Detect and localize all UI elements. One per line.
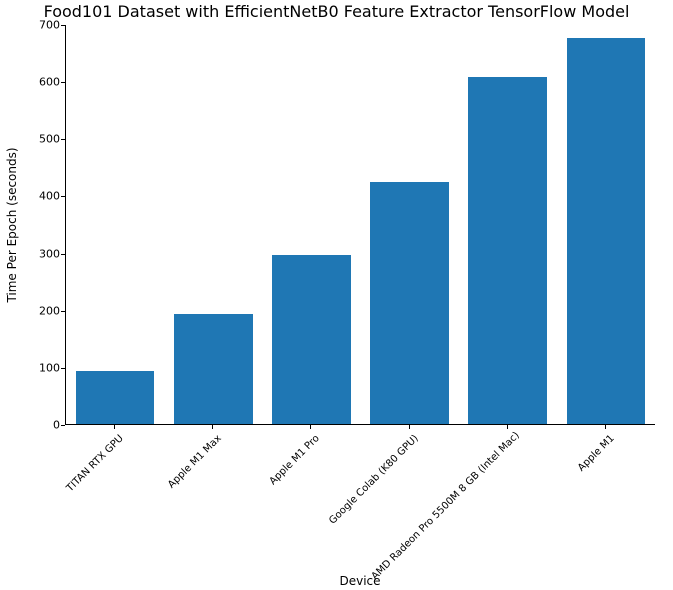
bar [370,182,449,424]
bar [468,77,547,424]
bar [567,38,646,424]
x-tick-mark [507,425,508,429]
y-tick-label: 600 [0,76,60,89]
chart-figure: Food101 Dataset with EfficientNetB0 Feat… [0,0,673,590]
bar [76,371,155,424]
y-tick-mark [61,425,65,426]
y-tick-label: 700 [0,19,60,32]
chart-title: Food101 Dataset with EfficientNetB0 Feat… [0,2,673,21]
y-tick-label: 0 [0,419,60,432]
plot-area [65,25,655,425]
x-tick-label: TITAN RTX GPU [0,433,126,582]
x-tick-mark [409,425,410,429]
y-tick-label: 300 [0,247,60,260]
y-tick-label: 100 [0,361,60,374]
y-axis-label: Time Per Epoch (seconds) [5,147,19,302]
x-tick-mark [212,425,213,429]
x-axis-label: Device [65,574,655,588]
y-tick-label: 400 [0,190,60,203]
y-tick-label: 200 [0,304,60,317]
bar [272,255,351,424]
x-tick-mark [605,425,606,429]
y-tick-label: 500 [0,133,60,146]
bar [174,314,253,424]
x-tick-mark [310,425,311,429]
x-tick-mark [114,425,115,429]
